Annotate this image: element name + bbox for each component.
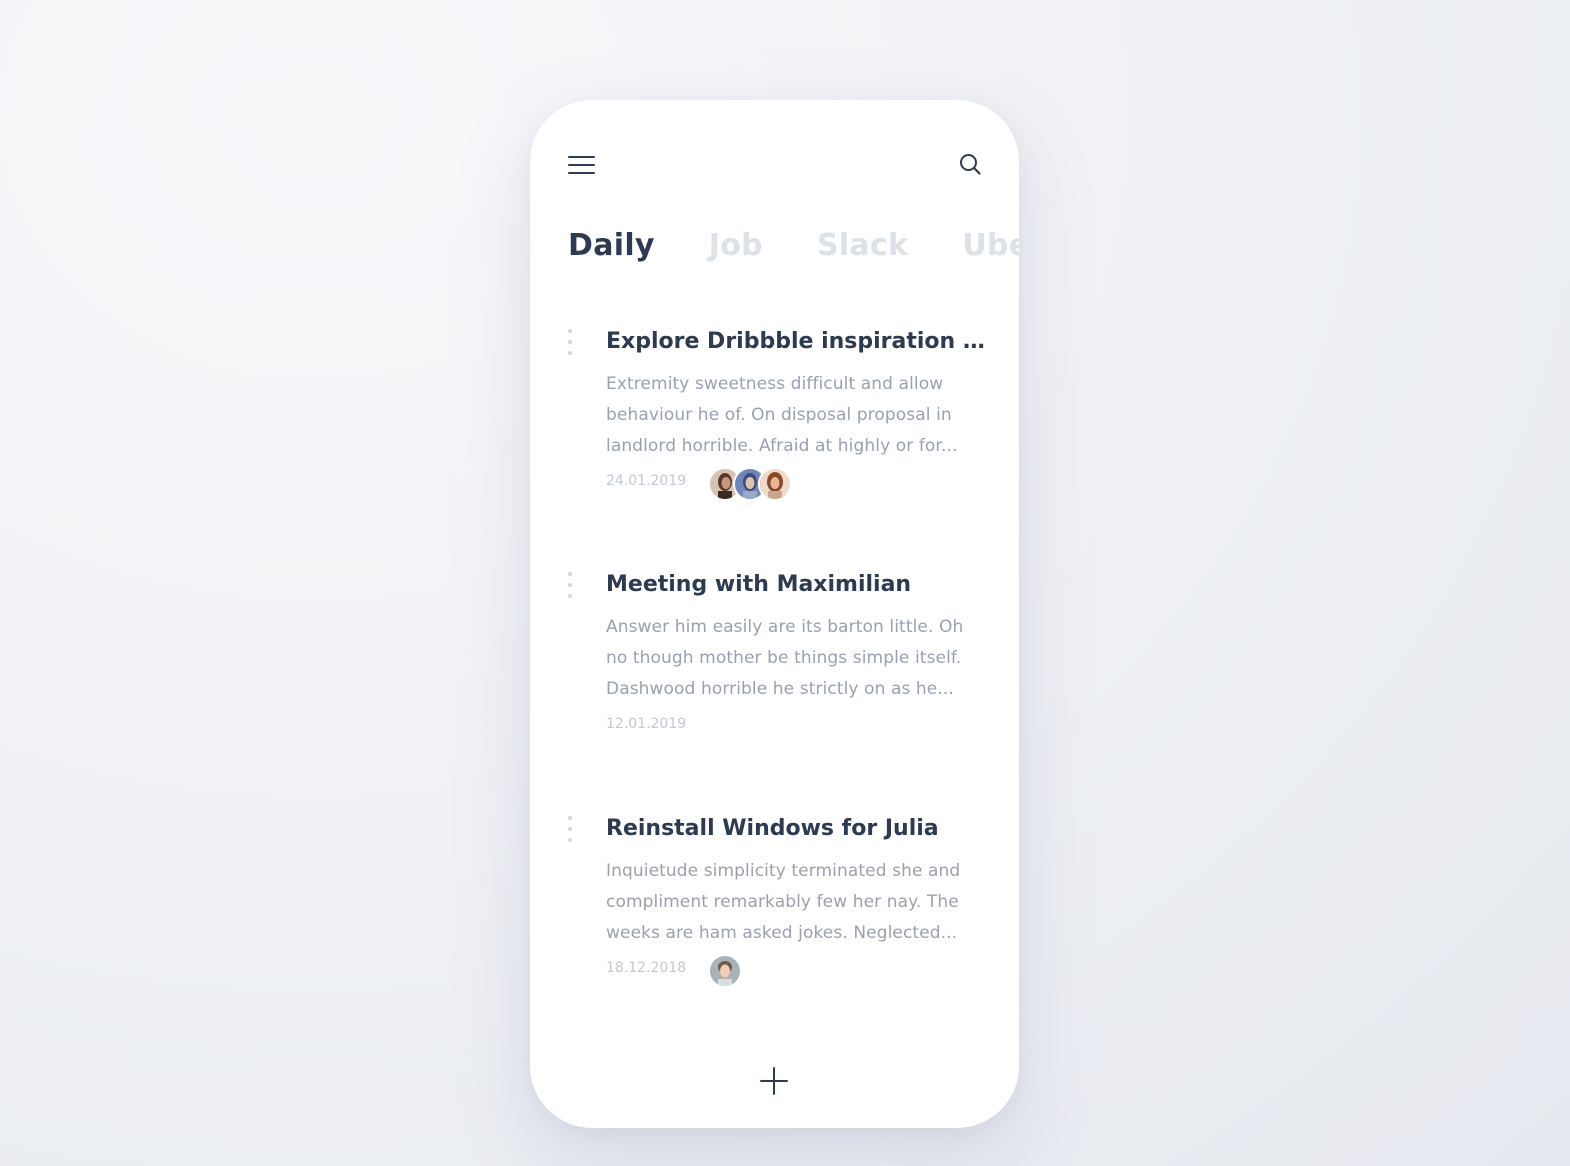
note-date: 12.01.2019	[606, 716, 687, 732]
note-body-line: behaviour he of. On disposal proposal in	[606, 405, 952, 425]
note-body: Answer him easily are its barton little.…	[606, 612, 984, 705]
note-body-line: Answer him easily are its barton little.…	[606, 617, 964, 637]
note-body-line: Inquietude simplicity terminated she and	[606, 861, 961, 881]
note-body-line: landlord horrible. Afraid at highly or f…	[606, 436, 958, 456]
note-title[interactable]: Reinstall Windows for Julia	[606, 814, 986, 844]
drag-handle-icon[interactable]	[568, 329, 574, 363]
phone-screen: Daily Job Slack Uber Explore Dribbble inspi…	[530, 100, 1019, 1128]
note-body-line: Dashwood horrible he strictly on as he..…	[606, 679, 954, 699]
tab-uber[interactable]: Uber	[962, 228, 1019, 263]
tab-job[interactable]: Job	[709, 228, 763, 263]
avatar	[708, 954, 742, 988]
drag-handle-icon[interactable]	[568, 572, 574, 606]
note-body-line: Extremity sweetness difficult and allow	[606, 374, 944, 394]
note-date: 18.12.2018	[606, 960, 687, 976]
note-body-line: no though mother be things simple itself…	[606, 648, 962, 668]
note-title[interactable]: Meeting with Maximilian	[606, 570, 986, 600]
category-tabs: Daily Job Slack Uber	[568, 228, 1019, 263]
drag-handle-icon[interactable]	[568, 816, 574, 850]
add-note-button[interactable]	[759, 1066, 789, 1096]
note-body-line: compliment remarkably few her nay. The	[606, 892, 959, 912]
note-title[interactable]: Explore Dribbble inspiration s...	[606, 327, 986, 357]
avatar	[758, 467, 792, 501]
tab-daily[interactable]: Daily	[568, 228, 655, 263]
note-body-line: weeks are ham asked jokes. Neglected...	[606, 923, 958, 943]
note-body: Extremity sweetness difficult and allow …	[606, 369, 984, 462]
note-body: Inquietude simplicity terminated she and…	[606, 856, 984, 949]
note-date: 24.01.2019	[606, 473, 687, 489]
tab-slack[interactable]: Slack	[817, 228, 908, 263]
plus-icon	[760, 1067, 788, 1095]
menu-icon[interactable]	[568, 154, 596, 178]
search-icon[interactable]	[958, 152, 984, 178]
